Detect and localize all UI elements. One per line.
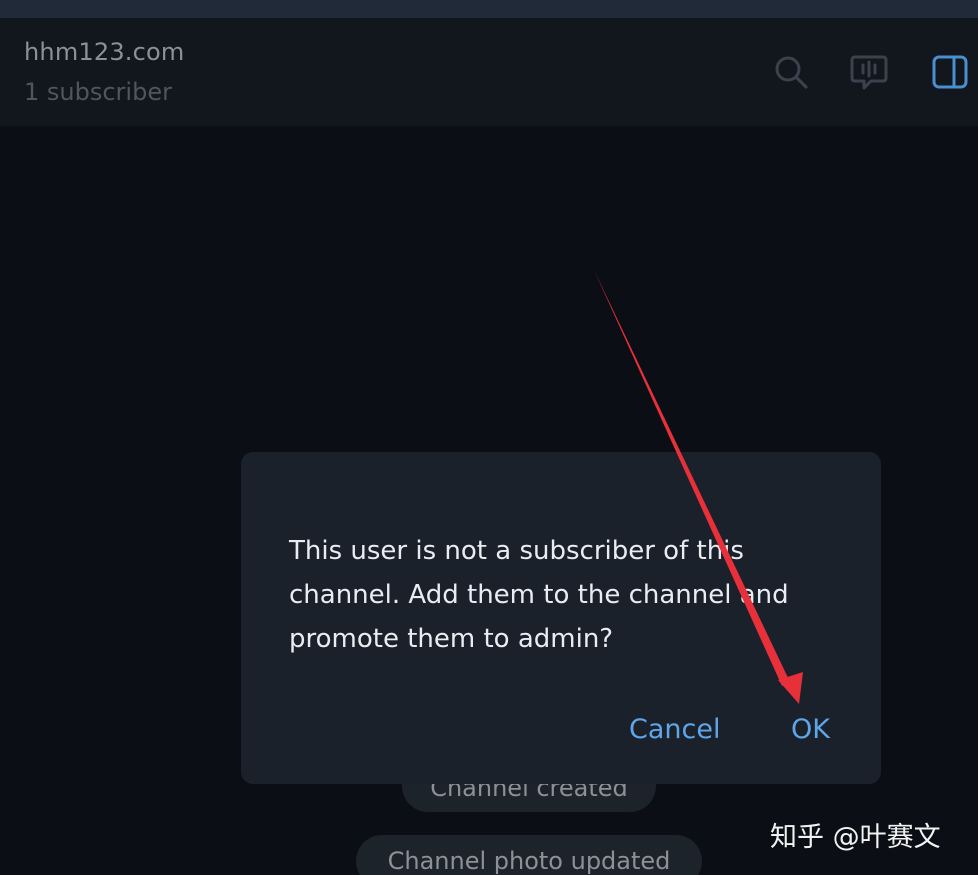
dialog-message: This user is not a subscriber of this ch… — [289, 536, 789, 654]
telegram-window: hhm123.com 1 subscriber Channel created … — [0, 0, 978, 875]
window-top-bar — [0, 0, 978, 18]
chat-header[interactable]: hhm123.com 1 subscriber — [0, 18, 978, 126]
cancel-button[interactable]: Cancel — [629, 714, 720, 745]
ok-button[interactable]: OK — [791, 714, 830, 745]
channel-title[interactable]: hhm123.com — [24, 38, 185, 66]
side-panel-icon[interactable] — [930, 52, 970, 92]
service-message-photo-updated: Channel photo updated — [356, 835, 702, 875]
confirm-dialog: This user is not a subscriber of this ch… — [241, 452, 881, 784]
channel-subscriber-count: 1 subscriber — [24, 78, 172, 106]
voice-chat-icon[interactable] — [849, 52, 889, 92]
watermark: 知乎 @叶赛文 — [770, 822, 941, 853]
search-icon[interactable] — [771, 52, 811, 92]
